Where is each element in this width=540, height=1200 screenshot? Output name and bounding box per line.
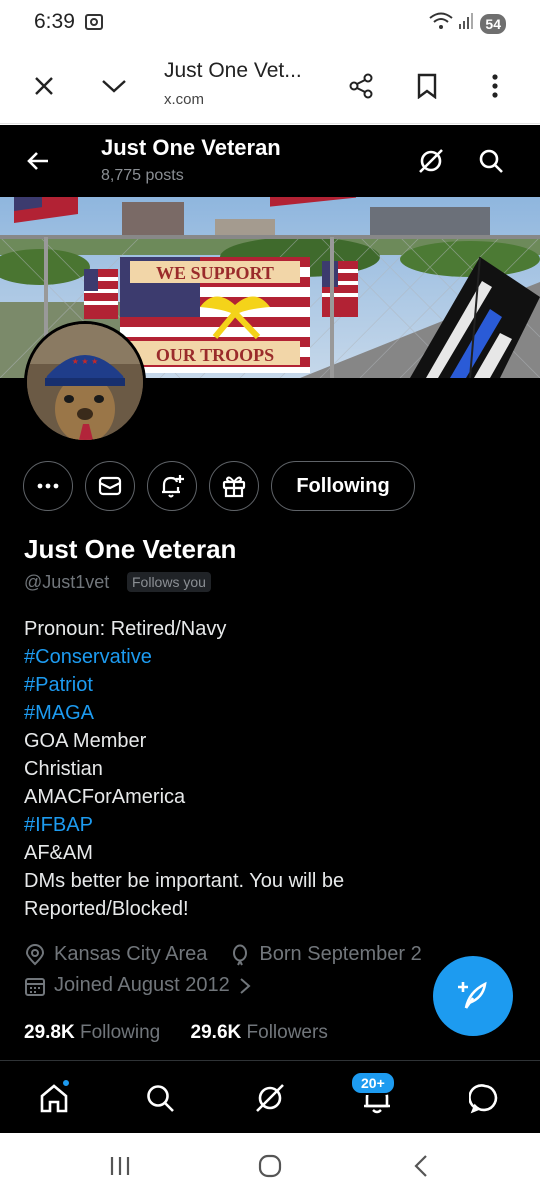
gift-button[interactable]	[209, 461, 259, 511]
search-button[interactable]	[471, 141, 511, 181]
gift-icon	[222, 476, 246, 498]
recents-icon	[110, 1157, 130, 1175]
birthday: Born September 2	[259, 943, 422, 965]
profile-page: Just One Veteran 8,775 posts WE SUPPORT …	[0, 125, 540, 1060]
share-button[interactable]	[339, 64, 383, 108]
system-navigation-bar	[0, 1133, 540, 1200]
follow-stats: 29.8K Following 29.6K Followers	[24, 1022, 328, 1044]
grok-icon	[256, 1084, 284, 1112]
grok-icon	[419, 149, 443, 173]
follows-you-badge: Follows you	[127, 572, 211, 592]
svg-text:★ ★ ★: ★ ★ ★	[72, 357, 99, 366]
more-horizontal-icon	[37, 483, 59, 489]
recents-button[interactable]	[100, 1151, 140, 1181]
bookmark-button[interactable]	[405, 64, 449, 108]
back-button[interactable]	[18, 141, 58, 181]
bookmark-icon	[417, 73, 437, 99]
message-button[interactable]	[85, 461, 135, 511]
banner-big-flag: WE SUPPORT OUR TROOPS	[120, 257, 310, 373]
calendar-icon	[25, 977, 45, 996]
post-count: 8,775 posts	[101, 167, 184, 184]
clock: 6:39	[34, 10, 75, 33]
bio-line: Pronoun: Retired/Navy	[24, 618, 227, 640]
following-button[interactable]: Following	[271, 461, 415, 511]
notifications-badge: 20+	[350, 1071, 396, 1095]
nav-home[interactable]	[31, 1075, 77, 1121]
bell-plus-icon	[162, 475, 184, 498]
following-stat[interactable]: 29.8K Following	[24, 1022, 160, 1043]
flag-text-top: WE SUPPORT	[156, 263, 274, 283]
home-button[interactable]	[250, 1151, 290, 1181]
notify-button[interactable]	[147, 461, 197, 511]
avatar[interactable]: ★ ★ ★	[24, 321, 146, 443]
close-button[interactable]	[22, 64, 66, 108]
more-button[interactable]	[23, 461, 73, 511]
search-icon	[479, 149, 503, 173]
more-vertical-icon	[492, 74, 498, 98]
custom-tab-toolbar: Just One Vet... x.com	[0, 46, 540, 124]
page-title: Just One Vet...	[164, 59, 302, 82]
location: Kansas City Area	[54, 943, 208, 965]
profile-handle: @Just1vet	[24, 572, 110, 592]
status-bar: 6:39 54	[0, 0, 540, 46]
nav-search[interactable]	[137, 1075, 183, 1121]
bio-hashtag[interactable]: #Conservative	[24, 643, 514, 671]
joined-date: Joined August 2012	[54, 974, 230, 996]
bio-line: Christian	[24, 758, 103, 780]
nav-messages[interactable]	[462, 1075, 508, 1121]
chevron-left-icon	[414, 1155, 427, 1177]
chevron-down-icon	[102, 80, 126, 93]
battery-indicator: 54	[480, 13, 506, 34]
header-name: Just One Veteran	[101, 135, 281, 160]
home-notification-dot	[61, 1078, 71, 1088]
feather-plus-icon	[458, 981, 487, 1009]
compose-post-button[interactable]	[433, 956, 513, 1036]
nav-grok[interactable]	[247, 1075, 293, 1121]
profile-bio: Pronoun: Retired/Navy #Conservative #Pat…	[24, 615, 514, 923]
screenshot-icon	[84, 13, 104, 36]
bio-line: GOA Member	[24, 730, 147, 752]
bio-hashtag[interactable]: #IFBAP	[24, 811, 514, 839]
bio-line: Reported/Blocked!	[24, 898, 189, 920]
back-arrow-icon	[27, 152, 48, 170]
bio-line: DMs better be important. You will be	[24, 870, 345, 892]
bio-hashtag[interactable]: #MAGA	[24, 699, 514, 727]
home-circle-icon	[258, 1154, 282, 1178]
bio-line: AF&AM	[24, 842, 93, 864]
followers-stat[interactable]: 29.6K Followers	[191, 1022, 328, 1043]
close-icon	[35, 77, 53, 95]
profile-meta-row-2[interactable]: Joined August 2012	[24, 974, 260, 997]
bio-hashtag[interactable]: #Patriot	[24, 671, 514, 699]
minimize-button[interactable]	[92, 64, 136, 108]
search-icon	[147, 1085, 174, 1112]
page-url: x.com	[164, 91, 205, 108]
more-options-button[interactable]	[473, 64, 517, 108]
profile-name: Just One Veteran	[24, 534, 237, 564]
share-icon	[349, 73, 373, 99]
chat-bubble-icon	[469, 1084, 498, 1114]
back-nav-button[interactable]	[401, 1151, 441, 1181]
balloon-icon	[233, 944, 248, 965]
signal-icon	[458, 12, 474, 35]
location-pin-icon	[25, 943, 45, 965]
bio-line: AMACForAmerica	[24, 786, 186, 808]
flag-text-bottom: OUR TROOPS	[156, 345, 274, 365]
envelope-icon	[98, 476, 122, 496]
profile-meta-row-1: Kansas City Area Born September 2	[24, 943, 422, 966]
bottom-navigation: 20+	[0, 1060, 540, 1133]
wifi-icon	[428, 11, 454, 36]
grok-button[interactable]	[411, 141, 451, 181]
chevron-right-icon	[240, 977, 251, 994]
